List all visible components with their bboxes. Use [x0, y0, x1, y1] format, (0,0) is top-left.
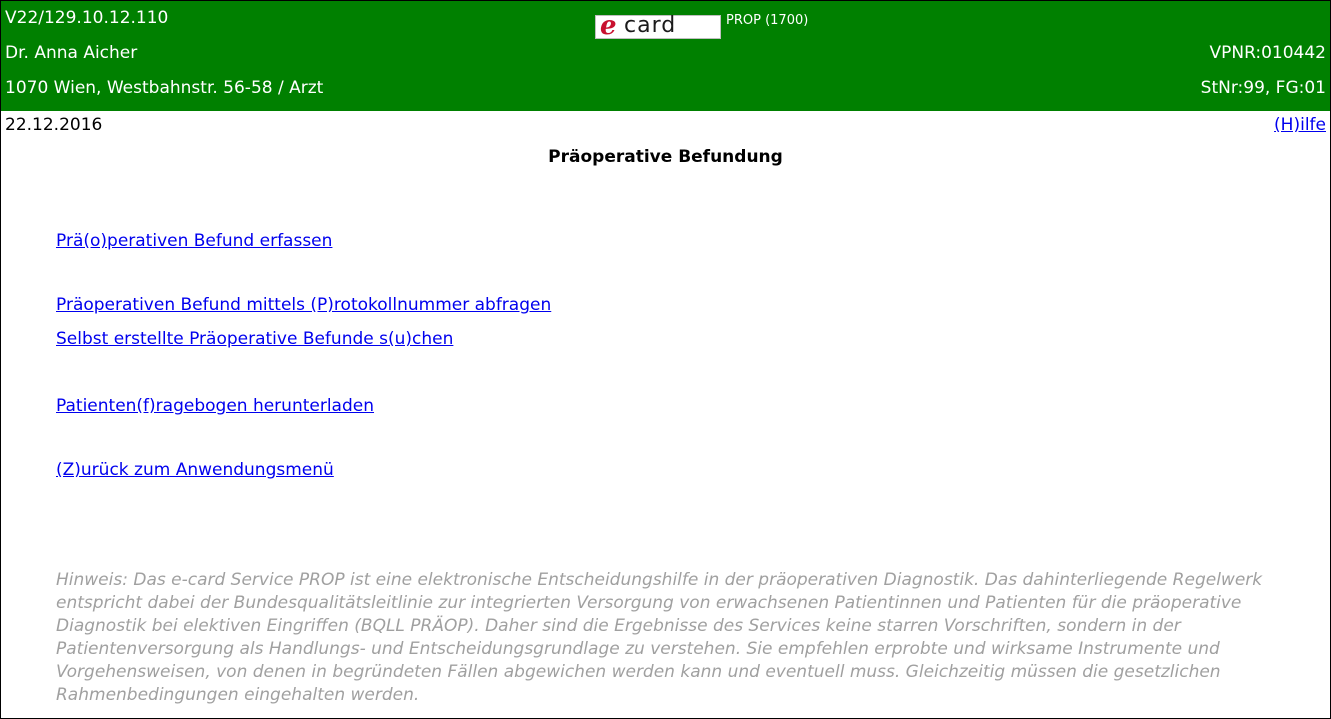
doctor-address: 1070 Wien, Westbahnstr. 56-58 / Arzt [5, 78, 324, 98]
header-bar: V22/129.10.12.110 Dr. Anna Aicher 1070 W… [1, 1, 1330, 111]
search-own-findings-link[interactable]: Selbst erstellte Präoperative Befunde s(… [56, 329, 453, 349]
app-window: V22/129.10.12.110 Dr. Anna Aicher 1070 W… [0, 0, 1331, 719]
back-to-menu-link[interactable]: (Z)urück zum Anwendungsmenü [56, 460, 334, 480]
disclaimer-note: Hinweis: Das e-card Service PROP ist ein… [56, 570, 1263, 706]
query-by-protocol-link[interactable]: Präoperativen Befund mittels (P)rotokoll… [56, 295, 551, 315]
record-finding-link[interactable]: Prä(o)perativen Befund erfassen [56, 231, 332, 251]
version-label: V22/129.10.12.110 [5, 8, 169, 28]
doctor-name: Dr. Anna Aicher [5, 43, 138, 63]
ecard-logo: e card [595, 11, 721, 41]
download-questionnaire-link[interactable]: Patienten(f)ragebogen herunterladen [56, 396, 374, 416]
app-label: PROP (1700) [726, 13, 809, 28]
vpnr-label: VPNR:010442 [1209, 43, 1326, 63]
help-link[interactable]: (H)ilfe [1274, 115, 1326, 135]
stnr-label: StNr:99, FG:01 [1200, 78, 1326, 98]
page-title: Präoperative Befundung [548, 147, 783, 167]
ecard-logo-e: e [600, 11, 617, 41]
ecard-logo-card: card [624, 13, 677, 38]
current-date: 22.12.2016 [5, 115, 103, 135]
